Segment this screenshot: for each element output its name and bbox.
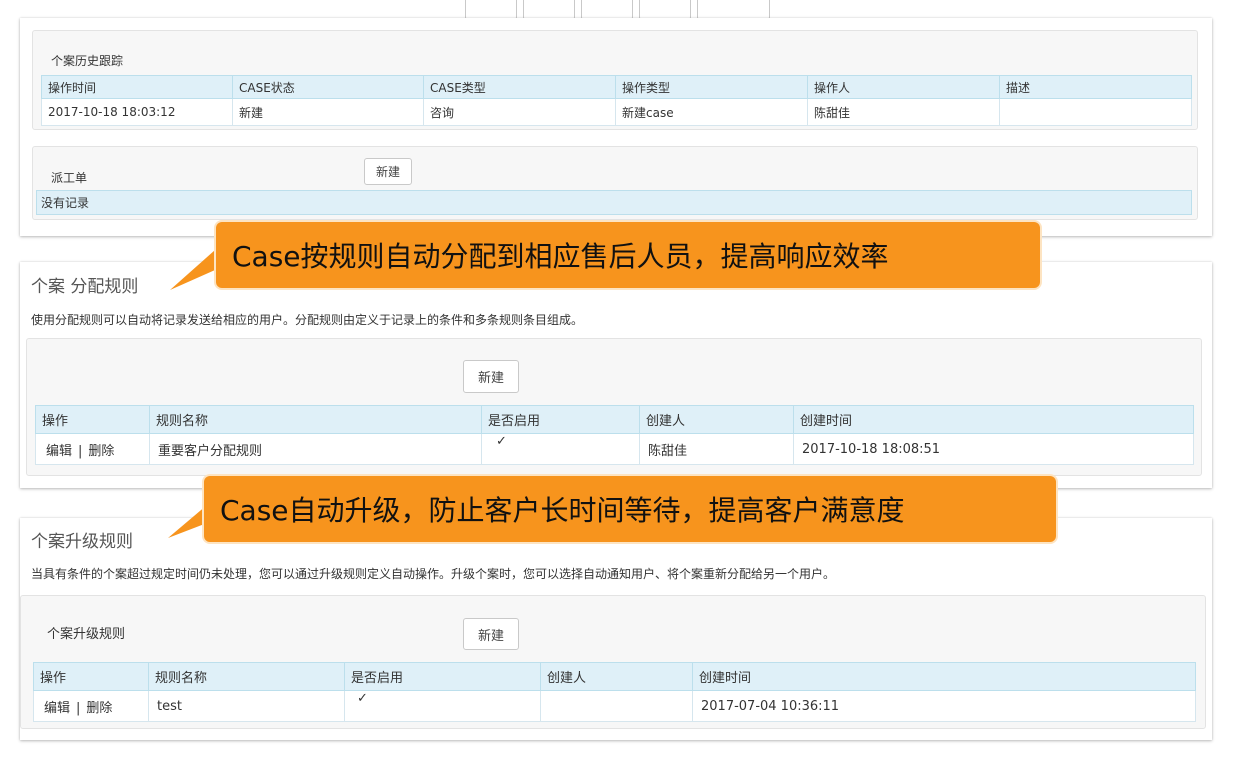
cell-creator: 陈甜佳	[639, 433, 794, 465]
top-button-3[interactable]	[581, 0, 633, 20]
table-row: 编辑 | 删除 test ✓ 2017-07-04 10:36:11	[33, 690, 1196, 722]
col-created-time: 创建时间	[692, 662, 1196, 691]
dispatch-title: 派工单	[51, 171, 88, 185]
checkmark-icon: ✓	[481, 433, 640, 465]
col-rule-name: 规则名称	[149, 405, 482, 434]
col-rule-name: 规则名称	[148, 662, 345, 691]
assignment-rules-section: 新建 操作 规则名称 是否启用 创建人 创建时间 编辑 | 删除 重要客户分配规则 …	[26, 338, 1202, 476]
cell-op-time: 2017-10-18 18:03:12	[41, 98, 233, 126]
assignment-rules-table: 操作 规则名称 是否启用 创建人 创建时间 编辑 | 删除 重要客户分配规则 ✓ 陈…	[35, 405, 1194, 465]
col-enabled: 是否启用	[344, 662, 541, 691]
dispatch-section: 派工单 新建 没有记录	[32, 146, 1198, 220]
col-creator: 创建人	[639, 405, 794, 434]
cell-created-time: 2017-10-18 18:08:51	[793, 433, 1194, 465]
cell-rule-name: 重要客户分配规则	[149, 433, 482, 465]
action-separator: |	[78, 443, 83, 459]
dispatch-new-button[interactable]: 新建	[364, 158, 412, 185]
cell-operator: 陈甜佳	[807, 98, 1000, 126]
escalation-new-button[interactable]: 新建	[463, 618, 519, 650]
history-table: 操作时间 CASE状态 CASE类型 操作类型 操作人 描述 2017-10-1…	[41, 75, 1192, 126]
col-enabled: 是否启用	[481, 405, 640, 434]
callout-auto-assign: Case按规则自动分配到相应售后人员，提高响应效率	[216, 222, 1040, 288]
assignment-new-button[interactable]: 新建	[463, 360, 519, 393]
top-button-1[interactable]	[465, 0, 517, 20]
cell-actions: 编辑 | 删除	[33, 690, 149, 722]
col-creator: 创建人	[540, 662, 693, 691]
history-header-row: 操作时间 CASE状态 CASE类型 操作类型 操作人 描述	[41, 75, 1192, 99]
col-action: 操作	[33, 662, 149, 691]
cell-op-type: 新建case	[615, 98, 808, 126]
assignment-description: 使用分配规则可以自动将记录发送给相应的用户。分配规则由定义于记录上的条件和多条规…	[31, 313, 584, 327]
edit-link[interactable]: 编辑	[44, 701, 70, 716]
assignment-title: 个案 分配规则	[31, 277, 139, 297]
history-section: 个案历史跟踪 操作时间 CASE状态 CASE类型 操作类型 操作人 描述 20…	[32, 30, 1198, 130]
col-case-type: CASE类型	[423, 75, 616, 99]
checkmark-icon: ✓	[344, 690, 541, 722]
col-case-status: CASE状态	[232, 75, 424, 99]
edit-link[interactable]: 编辑	[46, 444, 72, 459]
table-row: 2017-10-18 18:03:12 新建 咨询 新建case 陈甜佳	[41, 98, 1192, 126]
history-title: 个案历史跟踪	[51, 54, 124, 68]
action-separator: |	[76, 700, 81, 716]
cell-creator	[540, 690, 693, 722]
top-button-4[interactable]	[639, 0, 691, 20]
cell-case-type: 咨询	[423, 98, 616, 126]
assignment-header-row: 操作 规则名称 是否启用 创建人 创建时间	[35, 405, 1194, 434]
top-button-row	[465, 0, 770, 20]
delete-link[interactable]: 删除	[88, 444, 114, 459]
dispatch-empty-row: 没有记录	[36, 190, 1192, 215]
escalation-title: 个案升级规则	[31, 532, 133, 552]
escalation-subtitle: 个案升级规则	[47, 627, 126, 642]
escalation-header-row: 操作 规则名称 是否启用 创建人 创建时间	[33, 662, 1196, 691]
col-created-time: 创建时间	[793, 405, 1194, 434]
cell-actions: 编辑 | 删除	[35, 433, 150, 465]
col-description: 描述	[999, 75, 1192, 99]
escalation-rules-panel: 个案升级规则 当具有条件的个案超过规定时间仍未处理，您可以通过升级规则定义自动操…	[20, 518, 1212, 740]
escalation-rules-table: 操作 规则名称 是否启用 创建人 创建时间 编辑 | 删除 test ✓ 2017-…	[33, 662, 1196, 722]
col-op-type: 操作类型	[615, 75, 808, 99]
col-op-time: 操作时间	[41, 75, 233, 99]
escalation-rules-section: 个案升级规则 新建 操作 规则名称 是否启用 创建人 创建时间 编辑 | 删除 te…	[20, 595, 1206, 729]
case-history-panel: 个案历史跟踪 操作时间 CASE状态 CASE类型 操作类型 操作人 描述 20…	[20, 18, 1212, 236]
cell-case-status: 新建	[232, 98, 424, 126]
cell-created-time: 2017-07-04 10:36:11	[692, 690, 1196, 722]
col-action: 操作	[35, 405, 150, 434]
col-operator: 操作人	[807, 75, 1000, 99]
top-button-5[interactable]	[697, 0, 770, 20]
table-row: 编辑 | 删除 重要客户分配规则 ✓ 陈甜佳 2017-10-18 18:08:51	[35, 433, 1194, 465]
escalation-description: 当具有条件的个案超过规定时间仍未处理，您可以通过升级规则定义自动操作。升级个案时…	[31, 567, 836, 581]
cell-description	[999, 98, 1192, 126]
delete-link[interactable]: 删除	[86, 701, 112, 716]
top-button-2[interactable]	[523, 0, 575, 20]
callout-auto-escalate: Case自动升级，防止客户长时间等待，提高客户满意度	[204, 476, 1056, 542]
cell-rule-name: test	[148, 690, 345, 722]
